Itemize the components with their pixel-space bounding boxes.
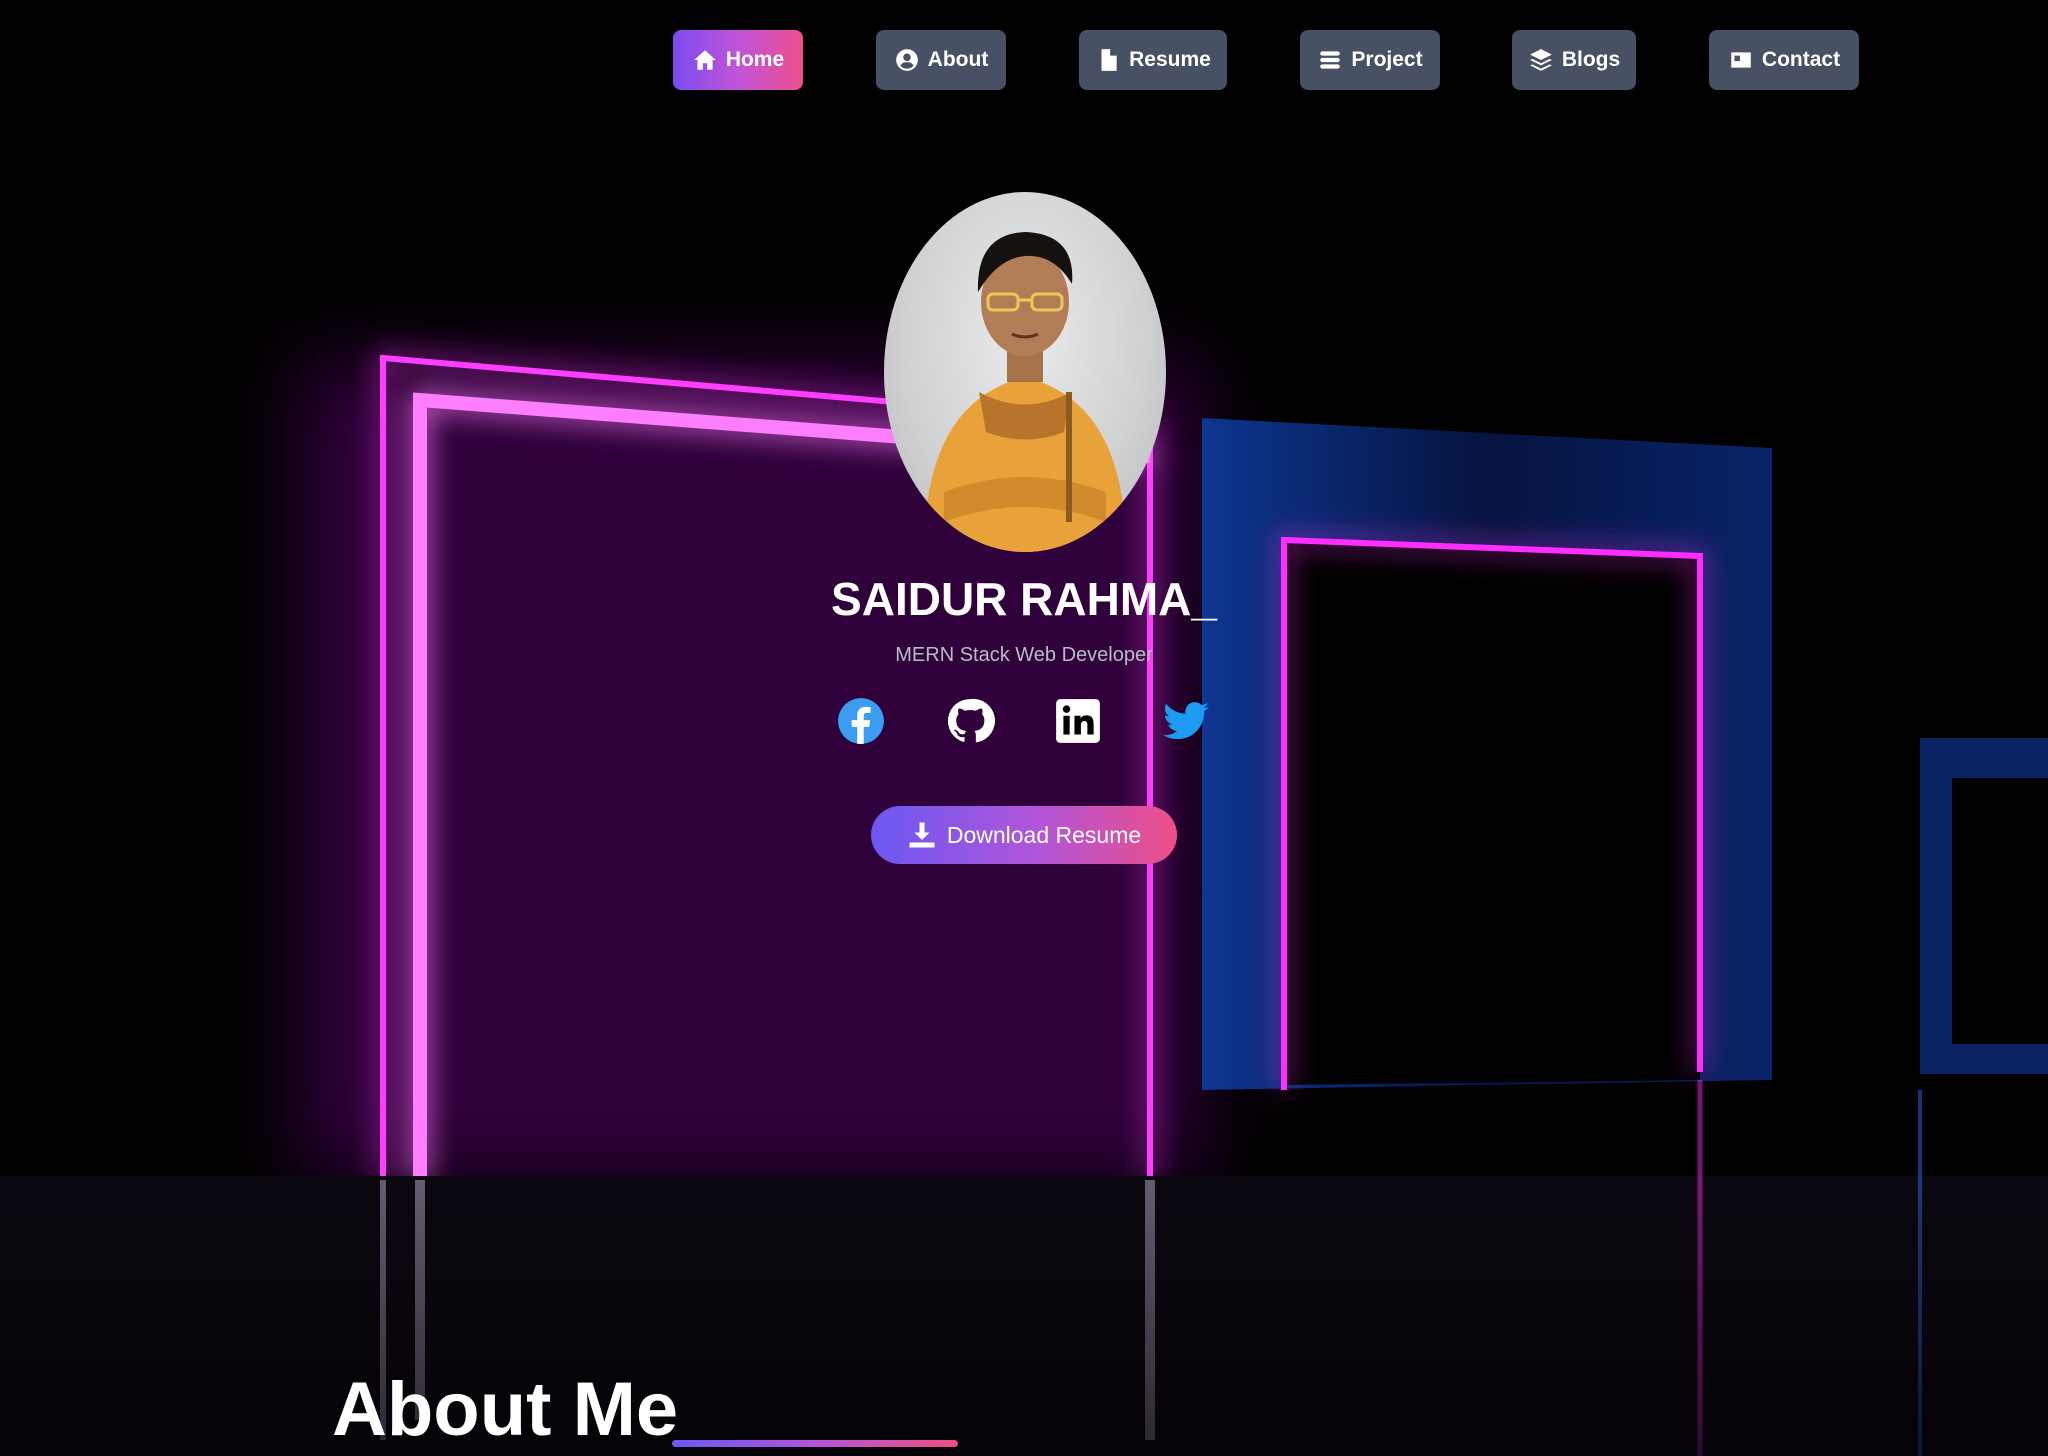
home-icon xyxy=(693,50,716,70)
nav-about-button[interactable]: About xyxy=(876,30,1006,90)
github-link[interactable] xyxy=(943,694,997,748)
profile-photo xyxy=(924,232,1126,552)
top-navigation: Home About Resume Project Blogs Contact xyxy=(0,30,2048,90)
id-card-icon xyxy=(1731,52,1751,68)
nav-contact-button[interactable]: Contact xyxy=(1709,30,1859,90)
profile-name: SAIDUR RAHMA_ xyxy=(831,573,1217,625)
github-icon xyxy=(947,698,995,743)
nav-blogs-button[interactable]: Blogs xyxy=(1512,30,1636,90)
server-icon xyxy=(1320,51,1341,69)
nav-home-button[interactable]: Home xyxy=(673,30,803,90)
nav-resume-label: Resume xyxy=(1129,48,1211,71)
nav-project-label: Project xyxy=(1351,48,1423,71)
download-resume-label: Download Resume xyxy=(946,821,1142,848)
facebook-link[interactable] xyxy=(834,694,888,748)
about-title-underline xyxy=(672,1440,958,1447)
user-circle-icon xyxy=(895,49,918,71)
linkedin-link[interactable] xyxy=(1051,694,1105,748)
profile-avatar xyxy=(884,192,1166,552)
file-icon xyxy=(1101,49,1117,71)
nav-contact-label: Contact xyxy=(1761,48,1841,71)
profile-role: MERN Stack Web Developer xyxy=(895,644,1153,666)
twitter-icon xyxy=(1163,702,1209,740)
nav-blogs-label: Blogs xyxy=(1561,48,1621,71)
twitter-link[interactable] xyxy=(1159,694,1213,748)
layers-icon xyxy=(1529,49,1552,71)
nav-home-label: Home xyxy=(725,48,785,71)
nav-project-button[interactable]: Project xyxy=(1300,30,1440,90)
download-resume-button[interactable]: Download Resume xyxy=(871,806,1177,864)
nav-about-label: About xyxy=(927,48,989,71)
about-section-title: About Me xyxy=(332,1367,679,1452)
linkedin-icon xyxy=(1056,699,1100,743)
nav-resume-button[interactable]: Resume xyxy=(1079,30,1227,90)
facebook-icon xyxy=(838,698,884,744)
portfolio-page: Home About Resume Project Blogs Contact xyxy=(0,0,2048,1456)
download-icon xyxy=(909,822,935,848)
